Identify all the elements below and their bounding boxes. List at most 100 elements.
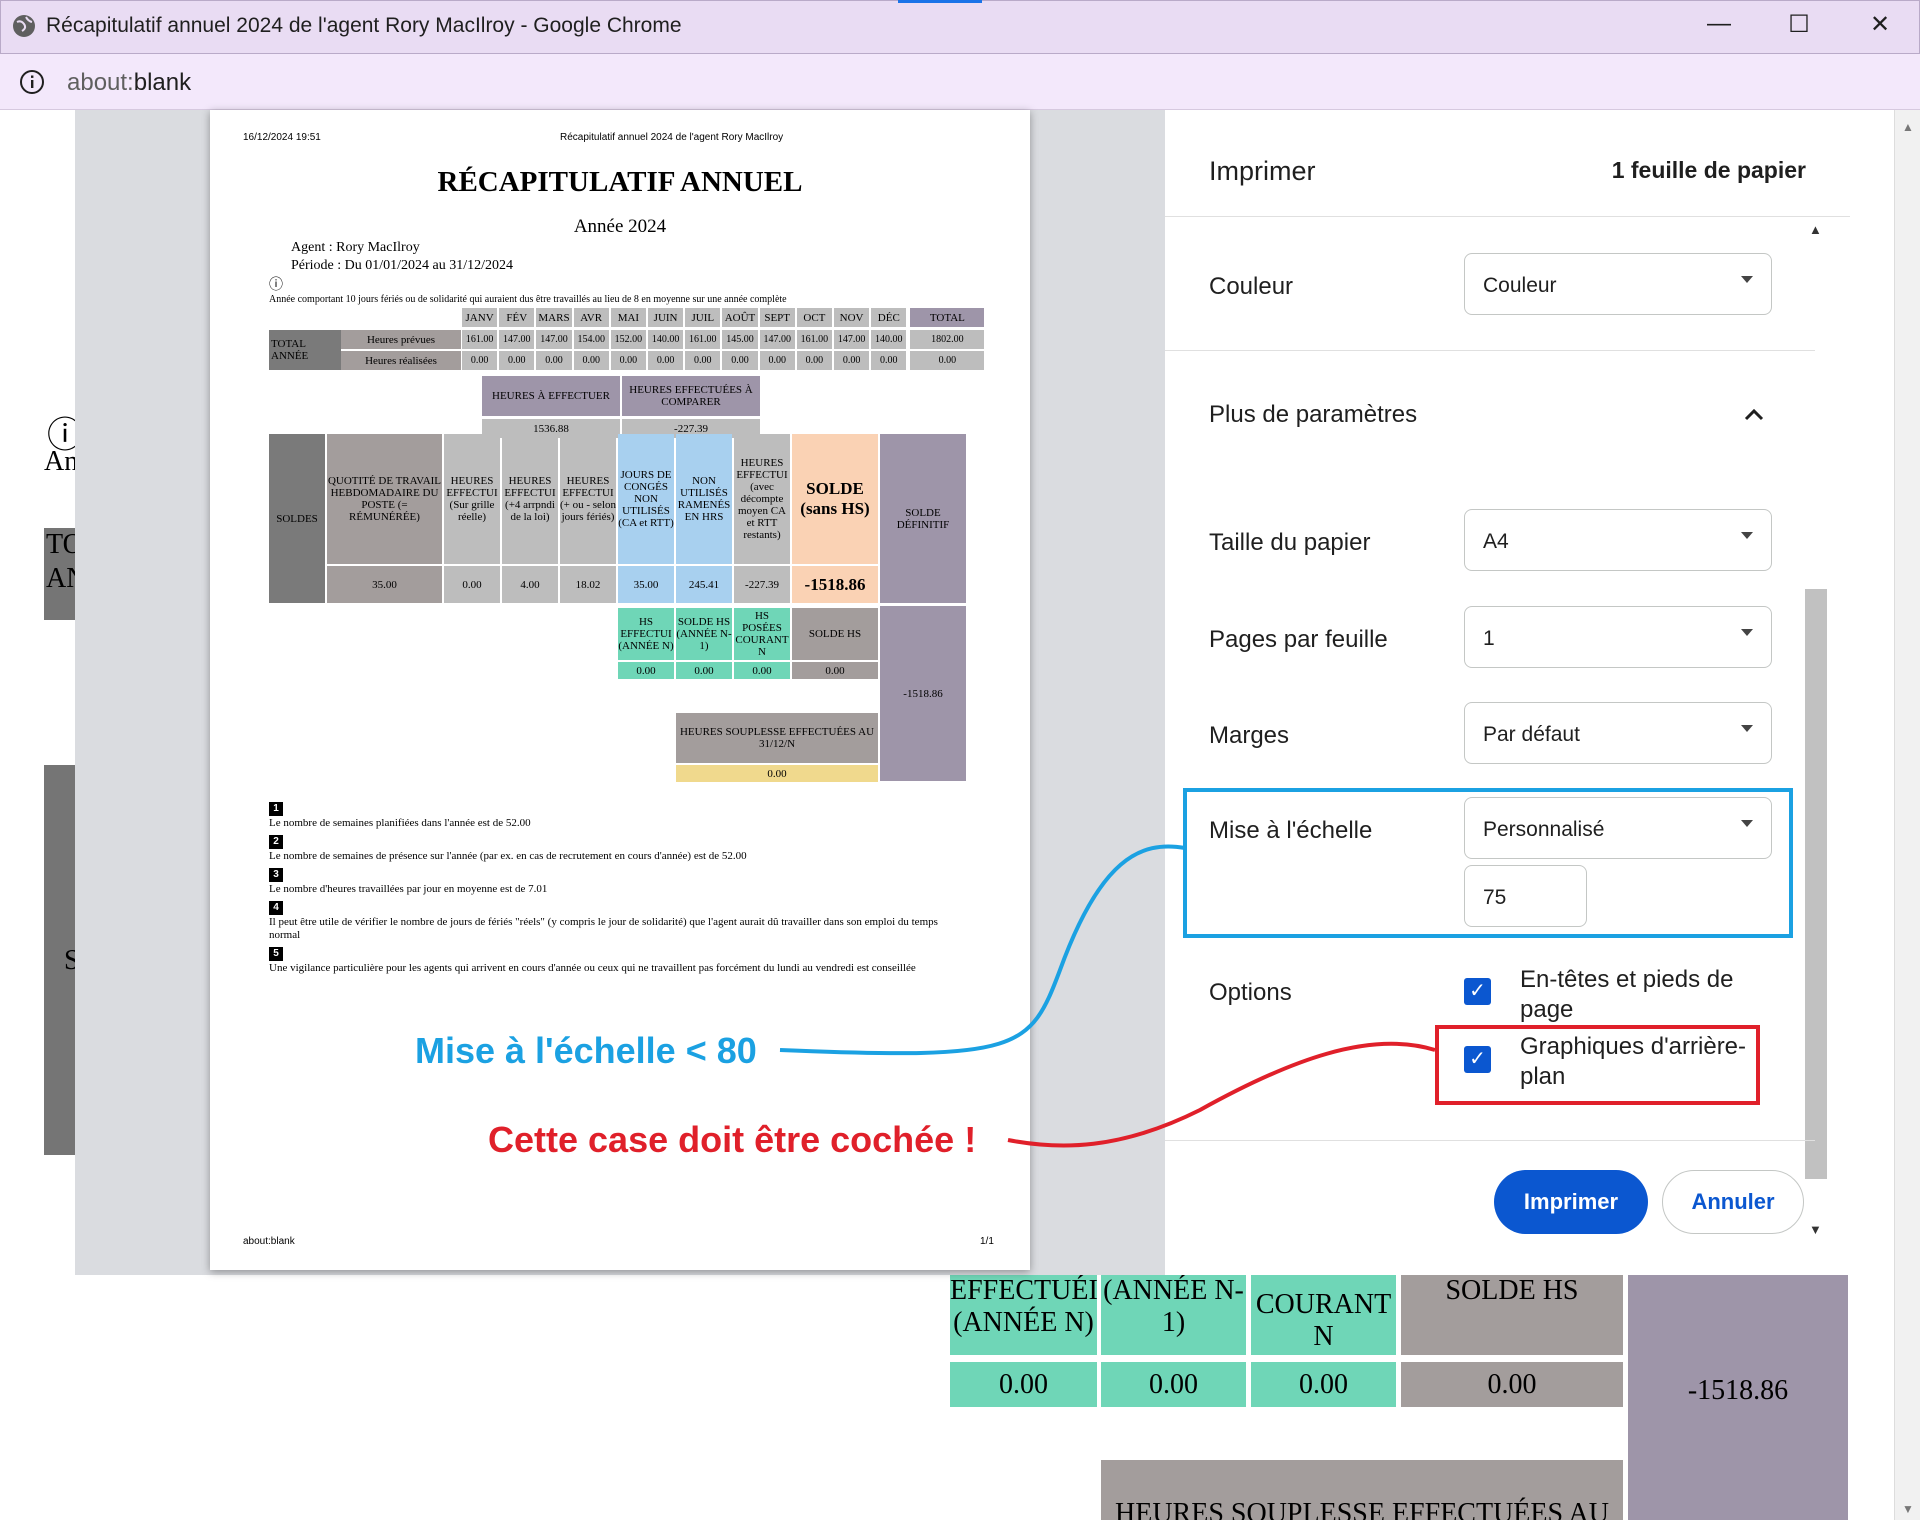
print-preview-page: 16/12/2024 19:51 Récapitulatif annuel 20… xyxy=(210,110,1030,1270)
pages-select[interactable]: 1 xyxy=(1464,606,1772,668)
underlying-solde-hs-n1: (ANNÉE N-1) xyxy=(1101,1275,1246,1355)
hs-value: 0.00 xyxy=(676,662,732,679)
report-period: Période : Du 01/01/2024 au 31/12/2024 xyxy=(291,258,514,273)
heures-realisees-cell: 0.00 xyxy=(462,351,498,370)
month-header: SEPT xyxy=(759,308,795,327)
chevron-up-icon[interactable] xyxy=(1743,406,1765,422)
heures-realisees-label: Heures réalisées xyxy=(341,351,461,370)
note-number: 4 xyxy=(269,901,283,915)
url-scheme: about: xyxy=(67,69,134,96)
underlying-value: 0.00 xyxy=(1101,1362,1246,1407)
heures-prevues-cell: 152.00 xyxy=(610,330,646,349)
heures-prevues-cell: 140.00 xyxy=(871,330,907,349)
solde-sans-hs-value: -1518.86 xyxy=(792,566,878,603)
page-number: 1/1 xyxy=(980,1236,994,1247)
heures-realisees-cell: 0.00 xyxy=(796,351,832,370)
heures-prevues-cell: 147.00 xyxy=(759,330,795,349)
echelle-select[interactable]: Personnalisé xyxy=(1464,797,1772,859)
underlying-value: 0.00 xyxy=(1251,1362,1396,1407)
heures-realisees-cell: 0.00 xyxy=(536,351,572,370)
headers-option-label[interactable]: En-têtes et pieds de page xyxy=(1520,965,1750,1025)
cancel-button[interactable]: Annuler xyxy=(1662,1170,1804,1234)
marges-select[interactable]: Par défaut xyxy=(1464,702,1772,764)
chevron-down-icon xyxy=(1741,532,1753,539)
solde-definitif-header: SOLDE DÉFINITIF xyxy=(880,434,966,603)
note-number: 5 xyxy=(269,947,283,961)
divider xyxy=(1165,350,1815,351)
solde-definitif-value: -1518.86 xyxy=(880,606,966,781)
window-title: Récapitulatif annuel 2024 de l'agent Ror… xyxy=(46,14,682,37)
report-title: RÉCAPITULATIF ANNUEL xyxy=(437,166,803,198)
heures-arr-header: HEURES EFFECTUI (+4 arrpndi de la loi) xyxy=(502,434,558,564)
heures-feries-header: HEURES EFFECTUI (+ ou - selon jours féri… xyxy=(560,434,616,564)
plus-params-toggle[interactable]: Plus de paramètres xyxy=(1209,401,1417,429)
divider xyxy=(1165,1140,1815,1141)
solde-hs-n1-header: SOLDE HS (ANNÉE N-1) xyxy=(676,608,732,660)
headers-checkbox[interactable]: ✓ xyxy=(1464,978,1491,1005)
month-header: NOV xyxy=(834,308,870,327)
heures-prevues-cell: 1802.00 xyxy=(910,330,985,349)
heures-realisees-cell: 0.00 xyxy=(759,351,795,370)
heures-prevues-cell: 161.00 xyxy=(462,330,498,349)
taille-select[interactable]: A4 xyxy=(1464,509,1772,571)
note-number: 2 xyxy=(269,835,283,849)
print-button[interactable]: Imprimer xyxy=(1494,1170,1648,1234)
hs-value: 0.00 xyxy=(792,662,878,679)
heures-prevues-cell: 145.00 xyxy=(722,330,758,349)
month-header: MARS xyxy=(536,308,572,327)
month-header: MAI xyxy=(610,308,646,327)
month-header: OCT xyxy=(796,308,832,327)
value-cell: 35.00 xyxy=(618,566,674,603)
underlying-hs-posees: COURANT N xyxy=(1251,1275,1396,1355)
note-text: Il peut être utile de vérifier le nombre… xyxy=(269,916,938,941)
souplesse-header: HEURES SOUPLESSE EFFECTUÉES AU 31/12/N xyxy=(676,713,878,763)
settings-scrollbar[interactable]: ▲ ▼ xyxy=(1805,222,1827,1237)
maximize-button[interactable]: ☐ xyxy=(1779,10,1819,39)
underlying-souplesse: HEURES SOUPLESSE EFFECTUÉES AU xyxy=(1101,1460,1623,1520)
heures-realisees-cell: 0.00 xyxy=(685,351,721,370)
value-cell: 35.00 xyxy=(327,566,442,603)
page-scrollbar[interactable]: ▲ ▼ xyxy=(1894,110,1920,1520)
souplesse-value: 0.00 xyxy=(676,765,878,782)
underlying-year-text: An xyxy=(44,446,79,477)
value-cell: 245.41 xyxy=(676,566,732,603)
total-annee-label: TOTAL ANNÉE xyxy=(269,330,341,370)
background-option-label[interactable]: Graphiques d'arrière-plan xyxy=(1520,1032,1750,1092)
underlying-total-block: TO AN xyxy=(44,528,87,620)
hs-value: 0.00 xyxy=(734,662,790,679)
heures-realisees-cell: 0.00 xyxy=(499,351,535,370)
print-settings-panel: Imprimer 1 feuille de papier ▲ ▼ Couleur… xyxy=(1165,110,1850,1275)
solde-hs-header: SOLDE HS xyxy=(792,608,878,660)
minimize-button[interactable]: — xyxy=(1699,10,1739,38)
underlying-total-label: TO AN xyxy=(46,529,87,594)
heures-decompte-header: HEURES EFFECTUI (avec décompte moyen CA … xyxy=(734,434,790,564)
value-cell: 4.00 xyxy=(502,566,558,603)
pages-label: Pages par feuille xyxy=(1209,626,1388,653)
background-graphics-checkbox[interactable]: ✓ xyxy=(1464,1046,1491,1073)
site-info-icon[interactable] xyxy=(18,68,46,96)
heures-realisees-cell: 0.00 xyxy=(648,351,684,370)
note-number: 3 xyxy=(269,868,283,882)
heures-grille-header: HEURES EFFECTUI (Sur grille réelle) xyxy=(444,434,500,564)
underlying-solde-hs: SOLDE HS xyxy=(1401,1275,1623,1355)
jours-conges-header: JOURS DE CONGÉS NON UTILISÉS (CA et RTT) xyxy=(618,434,674,564)
scale-input[interactable]: 75 xyxy=(1464,865,1587,927)
couleur-select[interactable]: Couleur xyxy=(1464,253,1772,315)
checkbox-annotation: Cette case doit être cochée ! xyxy=(488,1119,977,1160)
underlying-value: 0.00 xyxy=(950,1362,1097,1407)
url-field[interactable]: about:blank xyxy=(67,69,191,97)
close-button[interactable]: ✕ xyxy=(1860,10,1900,39)
month-header: JANV xyxy=(462,308,498,327)
heures-prevues-cell: 140.00 xyxy=(648,330,684,349)
heures-realisees-cell: 0.00 xyxy=(573,351,609,370)
heures-effectuer-label: HEURES À EFFECTUER xyxy=(482,376,620,416)
divider xyxy=(1165,216,1850,217)
sheet-count: 1 feuille de papier xyxy=(1611,157,1806,183)
options-label: Options xyxy=(1209,979,1292,1006)
tab-indicator xyxy=(898,0,982,3)
hs-value: 0.00 xyxy=(618,662,674,679)
marges-label: Marges xyxy=(1209,722,1290,749)
heures-prevues-cell: 161.00 xyxy=(796,330,832,349)
heures-prevues-label: Heures prévues xyxy=(341,330,461,349)
underlying-solde-definitif: -1518.86 xyxy=(1628,1275,1848,1520)
